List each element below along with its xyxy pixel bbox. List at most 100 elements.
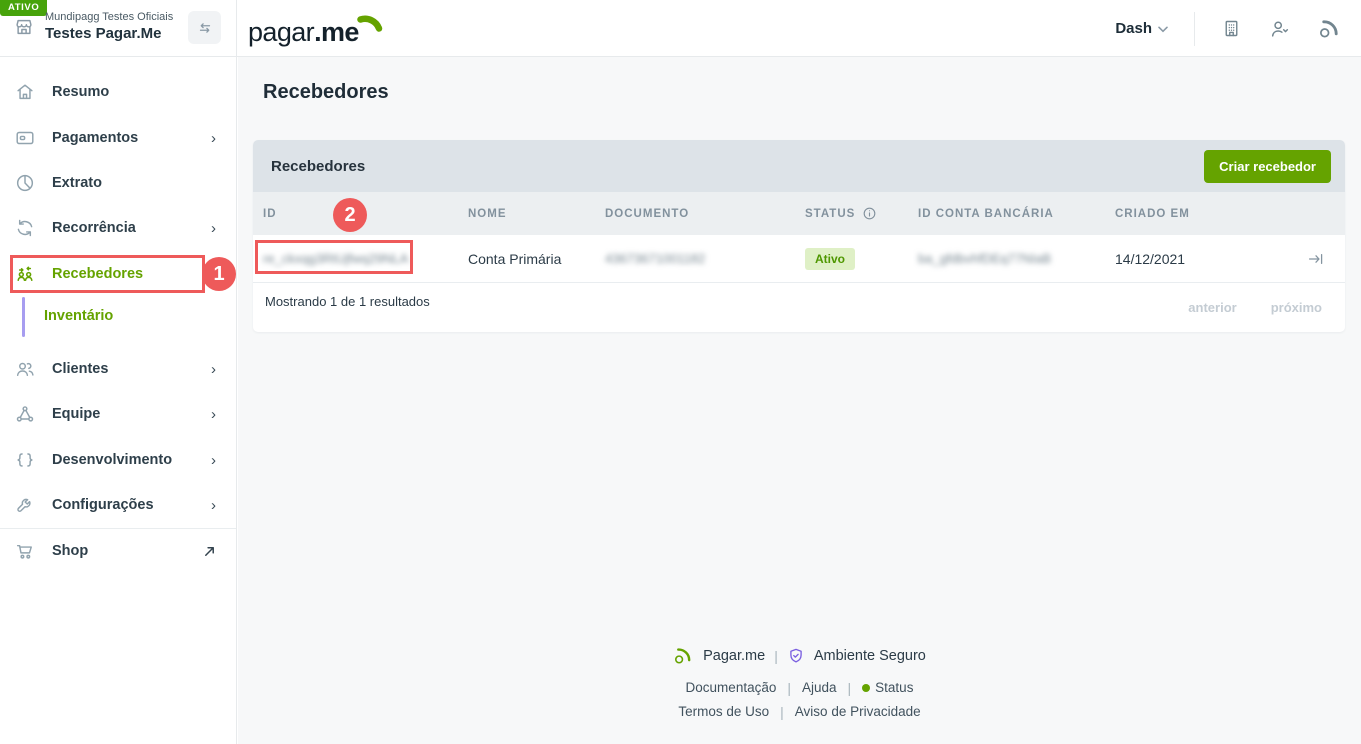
terms-link[interactable]: Termos de Uso (678, 704, 769, 719)
refresh-icon (14, 217, 36, 239)
sidebar-item-equipe[interactable]: Equipe › (0, 399, 236, 429)
next-page-link[interactable]: próximo (1271, 300, 1322, 315)
sidebar-item-inventario[interactable]: Inventário (0, 301, 236, 331)
page-title: Recebedores (263, 81, 389, 104)
info-icon[interactable] (862, 206, 877, 221)
sidebar-item-label: Configurações (52, 497, 154, 513)
dash-dropdown[interactable]: Dash (1115, 20, 1168, 37)
create-receiver-button[interactable]: Criar recebedor (1204, 150, 1331, 183)
sidebar-item-label: Shop (52, 543, 88, 559)
privacy-link[interactable]: Aviso de Privacidade (795, 704, 921, 719)
divider (1194, 12, 1195, 46)
chevron-right-icon: › (211, 406, 216, 423)
cart-icon (14, 540, 36, 562)
footer-links-row-1: Documentação | Ajuda | Status (238, 679, 1361, 697)
sidebar-item-shop[interactable]: Shop (0, 536, 236, 566)
receiver-status: Ativo (805, 248, 918, 270)
footer-links-row-2: Termos de Uso | Aviso de Privacidade (238, 703, 1361, 721)
column-id-conta-bancaria: ID CONTA BANCÁRIA (918, 208, 1115, 220)
secure-environment-label: Ambiente Seguro (814, 648, 926, 664)
receiver-document-redacted: 43673671001182 (605, 251, 805, 266)
receiver-id-redacted: re_ckxqg3RtUjfwq29NLA (263, 251, 468, 266)
column-criado-em: CRIADO EM (1115, 208, 1307, 220)
results-count: Mostrando 1 de 1 resultados (265, 294, 430, 309)
wrench-icon (14, 494, 36, 516)
previous-page-link[interactable]: anterior (1188, 300, 1236, 315)
sidebar-item-label: Recebedores (52, 266, 143, 282)
home-icon (14, 81, 36, 103)
secure-shield-icon (787, 647, 805, 665)
switch-account-button[interactable] (188, 11, 221, 44)
sidebar-item-label: Equipe (52, 406, 100, 422)
sidebar-divider (0, 528, 236, 529)
sidebar-item-resumo[interactable]: Resumo (0, 77, 236, 107)
sidebar-item-pagamentos[interactable]: Pagamentos › (0, 123, 236, 153)
pagarme-symbol-icon[interactable] (1318, 17, 1341, 40)
org-name: Mundipagg Testes Oficiais (45, 11, 173, 25)
sidebar-item-label: Resumo (52, 84, 109, 100)
chevron-right-icon: › (211, 130, 216, 147)
top-bar-actions: Dash (1115, 0, 1341, 57)
status-link[interactable]: Status (875, 680, 913, 695)
separator: | (787, 680, 791, 696)
pagarme-symbol-icon (673, 645, 694, 666)
receiver-name: Conta Primária (468, 251, 605, 267)
sidebar-item-extrato[interactable]: Extrato (0, 168, 236, 198)
separator: | (780, 704, 784, 720)
panel-title: Recebedores (271, 158, 365, 175)
status-dot-icon (862, 684, 870, 692)
sidebar-item-configuracoes[interactable]: Configurações › (0, 490, 236, 520)
sidebar-item-label: Desenvolvimento (52, 452, 172, 468)
pie-chart-icon (14, 172, 36, 194)
workspace-switcher: ATIVO Mundipagg Testes Oficiais Testes P… (0, 0, 237, 57)
separator: | (774, 648, 778, 664)
documentation-link[interactable]: Documentação (686, 680, 777, 695)
team-network-icon (14, 403, 36, 425)
pagarme-swoosh-icon (357, 12, 383, 36)
column-id: ID (263, 208, 468, 220)
receivers-panel: Recebedores Criar recebedor ID NOME DOCU… (253, 140, 1345, 332)
receivers-icon (14, 263, 36, 285)
sidebar-item-desenvolvimento[interactable]: Desenvolvimento › (0, 445, 236, 475)
main-content: Recebedores Recebedores Criar recebedor … (238, 57, 1361, 744)
bank-account-id-redacted: ba_gfdbvhfDEq77NIaB (918, 251, 1115, 266)
sidebar-item-recebedores[interactable]: Recebedores (0, 259, 236, 289)
top-bar: ATIVO Mundipagg Testes Oficiais Testes P… (0, 0, 1361, 57)
sidebar-item-label: Inventário (44, 308, 113, 324)
chevron-right-icon: › (211, 220, 216, 237)
sidebar-item-label: Recorrência (52, 220, 136, 236)
chevron-right-icon: › (211, 361, 216, 378)
table-header-row: ID NOME DOCUMENTO STATUS ID CONTA BANCÁR… (253, 192, 1345, 235)
sidebar-item-recorrencia[interactable]: Recorrência › (0, 213, 236, 243)
open-details-icon[interactable] (1307, 251, 1331, 267)
column-status: STATUS (805, 206, 918, 221)
table-row[interactable]: re_ckxqg3RtUjfwq29NLA Conta Primária 436… (253, 235, 1345, 283)
column-status-label: STATUS (805, 208, 855, 220)
sidebar-item-clientes[interactable]: Clientes › (0, 354, 236, 384)
sidebar-item-label: Pagamentos (52, 130, 138, 146)
sidebar-item-label: Extrato (52, 175, 102, 191)
help-link[interactable]: Ajuda (802, 680, 837, 695)
code-braces-icon (14, 449, 36, 471)
footer-brand[interactable]: Pagar.me (703, 648, 765, 664)
column-nome: NOME (468, 208, 605, 220)
dash-label: Dash (1115, 20, 1152, 37)
chevron-down-icon (1158, 26, 1168, 33)
user-menu-icon[interactable] (1268, 18, 1292, 40)
created-at: 14/12/2021 (1115, 251, 1307, 267)
pagarme-logo[interactable]: pagar.me (248, 10, 385, 48)
status-badge-ativo: Ativo (805, 248, 855, 270)
pagarme-logo-text: pagar.me (248, 16, 359, 48)
chevron-right-icon: › (211, 497, 216, 514)
card-icon (14, 127, 36, 149)
merchant-info: Mundipagg Testes Oficiais Testes Pagar.M… (45, 11, 173, 44)
account-name: Testes Pagar.Me (45, 25, 173, 44)
customers-icon (14, 358, 36, 380)
store-icon (13, 16, 35, 38)
swap-icon (196, 19, 214, 37)
chevron-right-icon: › (211, 452, 216, 469)
pagination: anterior próximo (1188, 300, 1322, 315)
footer-brand-row: Pagar.me | Ambiente Seguro (238, 645, 1361, 671)
company-icon[interactable] (1221, 18, 1242, 39)
status-badge: ATIVO (0, 0, 47, 16)
